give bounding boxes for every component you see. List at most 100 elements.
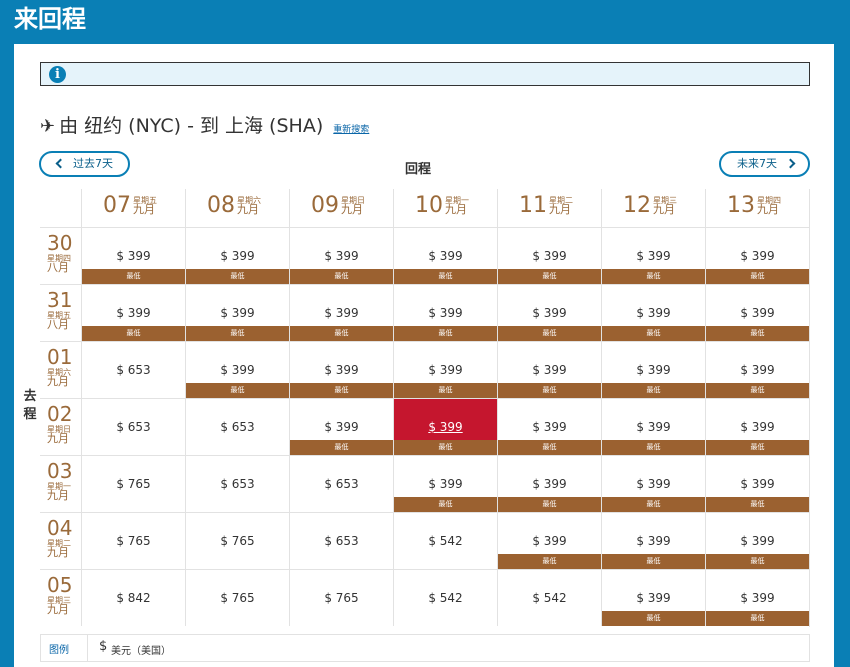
fare-cell[interactable]: $ 399 最低: [705, 569, 809, 626]
fare-price: $ 399: [636, 591, 671, 605]
lowest-fare-tag: 最低: [290, 383, 393, 398]
fare-cell[interactable]: $ 653: [81, 341, 185, 398]
fare-cell[interactable]: $ 653: [289, 512, 393, 569]
fare-cell[interactable]: $ 399 最低: [185, 284, 289, 341]
fare-cell[interactable]: $ 653: [289, 455, 393, 512]
fare-cell[interactable]: $ 399 最低: [497, 227, 601, 284]
fare-cell[interactable]: $ 399 最低: [705, 284, 809, 341]
fare-cell[interactable]: $ 399 最低: [601, 341, 705, 398]
fare-cell[interactable]: $ 399 最低: [705, 512, 809, 569]
fare-cell[interactable]: $ 399 最低: [497, 284, 601, 341]
fare-cell[interactable]: $ 399 最低: [705, 227, 809, 284]
fare-cell[interactable]: $ 399 最低: [601, 569, 705, 626]
fare-cell[interactable]: $ 399 最低: [393, 284, 497, 341]
previous-7-days-label: 过去7天: [73, 157, 113, 170]
lowest-fare-tag: 最低: [186, 269, 289, 284]
fare-price: $ 765: [220, 534, 255, 548]
fare-cell[interactable]: $ 653: [81, 398, 185, 455]
depart-date-month: 九月: [47, 432, 69, 445]
fare-cell[interactable]: $ 399 最低: [705, 455, 809, 512]
fare-price: $ 399: [740, 534, 775, 548]
return-date-month: 九月: [549, 203, 571, 216]
fare-cell[interactable]: $ 653: [185, 398, 289, 455]
fare-cell[interactable]: $ 399 最低: [705, 398, 809, 455]
fare-cell[interactable]: $ 399 最低: [393, 341, 497, 398]
fare-cell[interactable]: $ 399 最低: [393, 227, 497, 284]
fare-price: $ 399: [428, 477, 463, 491]
fare-cell[interactable]: $ 542: [393, 512, 497, 569]
fare-cell[interactable]: $ 399 最低: [705, 341, 809, 398]
fare-cell[interactable]: $ 399 最低: [601, 455, 705, 512]
fare-price: $ 653: [324, 534, 359, 548]
fare-cell[interactable]: $ 399 最低: [497, 341, 601, 398]
lowest-fare-tag: 最低: [290, 440, 393, 455]
fare-price: $ 399: [116, 249, 151, 263]
fare-price: $ 765: [116, 477, 151, 491]
return-date-month: 九月: [237, 203, 259, 216]
depart-date-day: 03: [47, 459, 73, 483]
fare-cell[interactable]: $ 399 最低: [289, 398, 393, 455]
lowest-fare-tag: 最低: [290, 269, 393, 284]
fare-cell[interactable]: $ 399 最低: [289, 227, 393, 284]
lowest-fare-tag: 最低: [602, 497, 705, 512]
depart-date-header: 02 星期日 九月: [40, 398, 81, 455]
return-date-header: 09 星期日 九月: [289, 189, 393, 227]
return-date-month: 九月: [445, 203, 467, 216]
new-search-link[interactable]: 重新搜索: [333, 125, 369, 135]
lowest-fare-tag: 最低: [706, 554, 809, 569]
next-7-days-button[interactable]: 未来7天: [719, 151, 810, 177]
fare-price: $ 399: [324, 249, 359, 263]
fare-price: $ 399: [532, 420, 567, 434]
fare-price: $ 399: [116, 306, 151, 320]
fare-cell[interactable]: $ 842: [81, 569, 185, 626]
fare-cell[interactable]: $ 542: [393, 569, 497, 626]
depart-date-day: 05: [47, 573, 73, 597]
page-title: 来回程: [14, 5, 86, 33]
lowest-fare-tag: 最低: [498, 269, 601, 284]
fare-cell[interactable]: $ 399 最低: [497, 512, 601, 569]
lowest-fare-tag: 最低: [394, 383, 497, 398]
lowest-fare-tag: 最低: [394, 326, 497, 341]
fare-cell[interactable]: $ 765: [185, 512, 289, 569]
fare-price: $ 399: [532, 534, 567, 548]
fare-cell[interactable]: $ 399 最低: [81, 227, 185, 284]
legend-link[interactable]: 图例: [49, 641, 69, 656]
fare-cell[interactable]: $ 399 最低: [393, 455, 497, 512]
return-date-header: 12 星期三 九月: [601, 189, 705, 227]
lowest-fare-tag: 最低: [602, 269, 705, 284]
fare-price: $ 653: [220, 420, 255, 434]
fare-cell[interactable]: $ 399 最低: [185, 227, 289, 284]
fare-cell[interactable]: $ 399 最低: [81, 284, 185, 341]
depart-date-month: 九月: [47, 603, 69, 616]
fare-price: $ 653: [116, 363, 151, 377]
fare-cell[interactable]: $ 765: [185, 569, 289, 626]
fare-cell[interactable]: $ 765: [81, 455, 185, 512]
lowest-fare-tag: 最低: [602, 440, 705, 455]
previous-7-days-button[interactable]: 过去7天: [39, 151, 130, 177]
fare-price: $ 765: [220, 591, 255, 605]
fare-cell[interactable]: $ 399 最低: [289, 284, 393, 341]
fare-cell[interactable]: $ 653: [185, 455, 289, 512]
fare-price: $ 399: [428, 249, 463, 263]
fare-cell[interactable]: $ 399 最低: [185, 341, 289, 398]
currency-text: 美元（美国）: [111, 646, 171, 657]
lowest-fare-tag: 最低: [602, 611, 705, 626]
fare-cell[interactable]: $ 399 最低: [601, 284, 705, 341]
return-date-month: 九月: [341, 203, 363, 216]
fare-cell[interactable]: $ 399 最低: [497, 455, 601, 512]
fare-cell-selected[interactable]: $ 399 最低: [393, 398, 497, 455]
fare-price: $ 842: [116, 591, 151, 605]
fare-price: $ 399: [428, 306, 463, 320]
fare-price: $ 399: [636, 306, 671, 320]
fare-cell[interactable]: $ 765: [81, 512, 185, 569]
lowest-fare-tag: 最低: [498, 497, 601, 512]
fare-cell[interactable]: $ 399 最低: [601, 512, 705, 569]
fare-cell[interactable]: $ 399 最低: [289, 341, 393, 398]
fare-cell[interactable]: $ 765: [289, 569, 393, 626]
fare-cell[interactable]: $ 399 最低: [601, 398, 705, 455]
fare-cell[interactable]: $ 542: [497, 569, 601, 626]
depart-date-day: 31: [47, 288, 73, 312]
fare-cell[interactable]: $ 399 最低: [497, 398, 601, 455]
fare-cell[interactable]: $ 399 最低: [601, 227, 705, 284]
depart-date-day: 02: [47, 402, 73, 426]
